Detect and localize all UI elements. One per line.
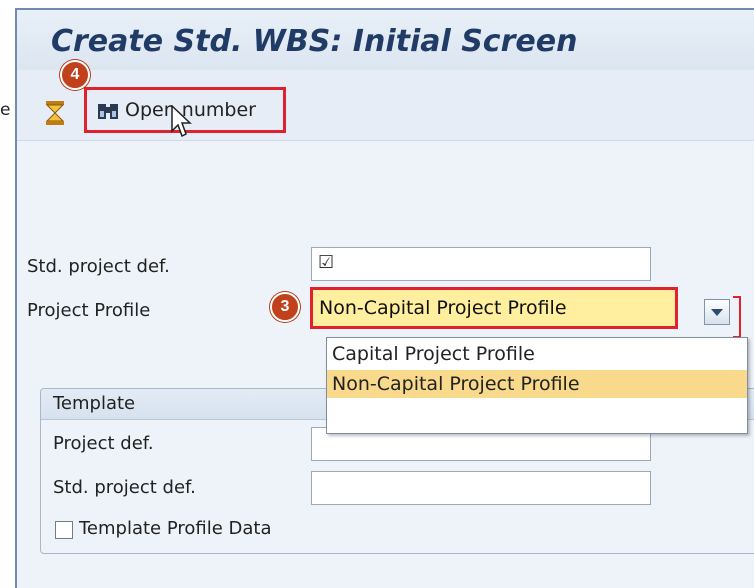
chevron-down-icon [711, 309, 723, 316]
stray-text-fragment: e [0, 100, 11, 120]
step-badge-3: 3 [270, 292, 300, 322]
project-profile-dropdown-button[interactable] [704, 299, 730, 325]
dropdown-option-non-capital[interactable]: Non-Capital Project Profile [327, 370, 747, 398]
dropdown-option-capital[interactable]: Capital Project Profile [327, 340, 747, 368]
step-badge-4: 4 [60, 60, 90, 90]
project-profile-value: Non-Capital Project Profile [319, 297, 567, 319]
sap-window: Create Std. WBS: Initial Screen Open num… [15, 8, 754, 588]
project-profile-dropdown-list: Capital Project Profile Non-Capital Proj… [326, 337, 748, 434]
std-project-def-label: Std. project def. [27, 256, 170, 277]
std-project-def-value: ☑ [318, 252, 335, 273]
template-group-title: Template [53, 393, 136, 414]
template-std-project-def-label: Std. project def. [53, 477, 196, 498]
std-project-def-input[interactable]: ☑ [311, 247, 651, 281]
binoculars-icon [98, 104, 118, 119]
project-profile-select[interactable]: Non-Capital Project Profile [310, 287, 678, 329]
template-std-project-def-input[interactable] [311, 471, 651, 505]
template-project-def-label: Project def. [53, 433, 154, 454]
project-profile-label: Project Profile [27, 300, 151, 321]
page-title: Create Std. WBS: Initial Screen [51, 24, 578, 59]
execute-icon[interactable] [44, 100, 66, 126]
template-profile-data-checkbox[interactable] [55, 521, 73, 539]
title-bar: Create Std. WBS: Initial Screen [17, 10, 754, 70]
template-profile-data-label: Template Profile Data [79, 518, 272, 539]
application-toolbar: Open number [17, 70, 754, 141]
highlight-bracket [733, 296, 741, 338]
mouse-pointer-icon [171, 105, 192, 138]
